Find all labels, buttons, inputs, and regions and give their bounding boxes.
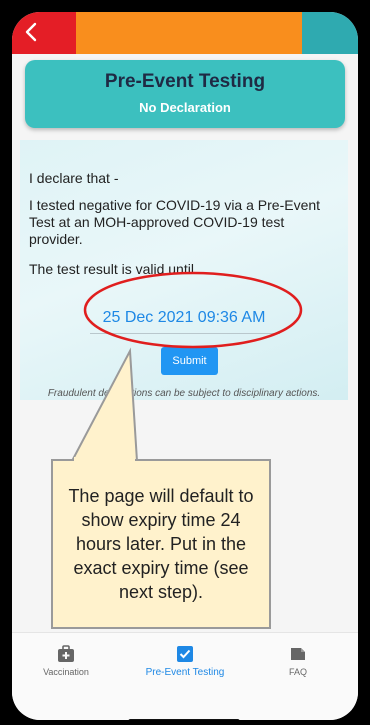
nav-item-faq[interactable]: FAQ: [248, 645, 348, 677]
back-button[interactable]: [12, 12, 76, 54]
chevron-left-icon: [25, 22, 37, 42]
medical-bag-icon: [58, 645, 74, 662]
bottom-nav: Vaccination Pre-Event Testing FAQ: [12, 632, 358, 720]
nav-label-vaccination: Vaccination: [43, 667, 89, 677]
top-bar-orange-segment: [76, 12, 302, 54]
home-indicator: [128, 719, 240, 720]
nav-item-pre-event-testing[interactable]: Pre-Event Testing: [135, 645, 235, 678]
nav-item-vaccination[interactable]: Vaccination: [16, 645, 116, 677]
declaration-status: No Declaration: [139, 100, 231, 115]
nav-label-pre-event-testing: Pre-Event Testing: [145, 667, 225, 678]
top-bar: [12, 12, 358, 54]
declaration-intro: I declare that -: [29, 170, 119, 186]
submit-button[interactable]: Submit: [161, 347, 218, 375]
status-header-card: Pre-Event Testing No Declaration: [25, 60, 345, 128]
validity-label: The test result is valid until: [29, 261, 194, 277]
page-title: Pre-Event Testing: [104, 71, 266, 92]
declaration-statement: I tested negative for COVID-19 via a Pre…: [29, 197, 321, 247]
expiry-datetime-picker[interactable]: 25 Dec 2021 09:36 AM: [20, 309, 348, 327]
checkbox-icon: [177, 646, 193, 662]
callout-text: The page will default to show expiry tim…: [68, 486, 254, 602]
top-bar-teal-segment: [302, 12, 358, 54]
document-icon: [291, 648, 305, 660]
annotation-callout: The page will default to show expiry tim…: [51, 459, 271, 629]
callout-pointer-mask: [74, 457, 135, 462]
declaration-panel: I declare that - I tested negative for C…: [20, 140, 348, 400]
fraud-warning: Fraudulent declarations can be subject t…: [47, 388, 321, 399]
datetime-underline: [90, 333, 280, 334]
nav-label-faq: FAQ: [288, 667, 307, 677]
